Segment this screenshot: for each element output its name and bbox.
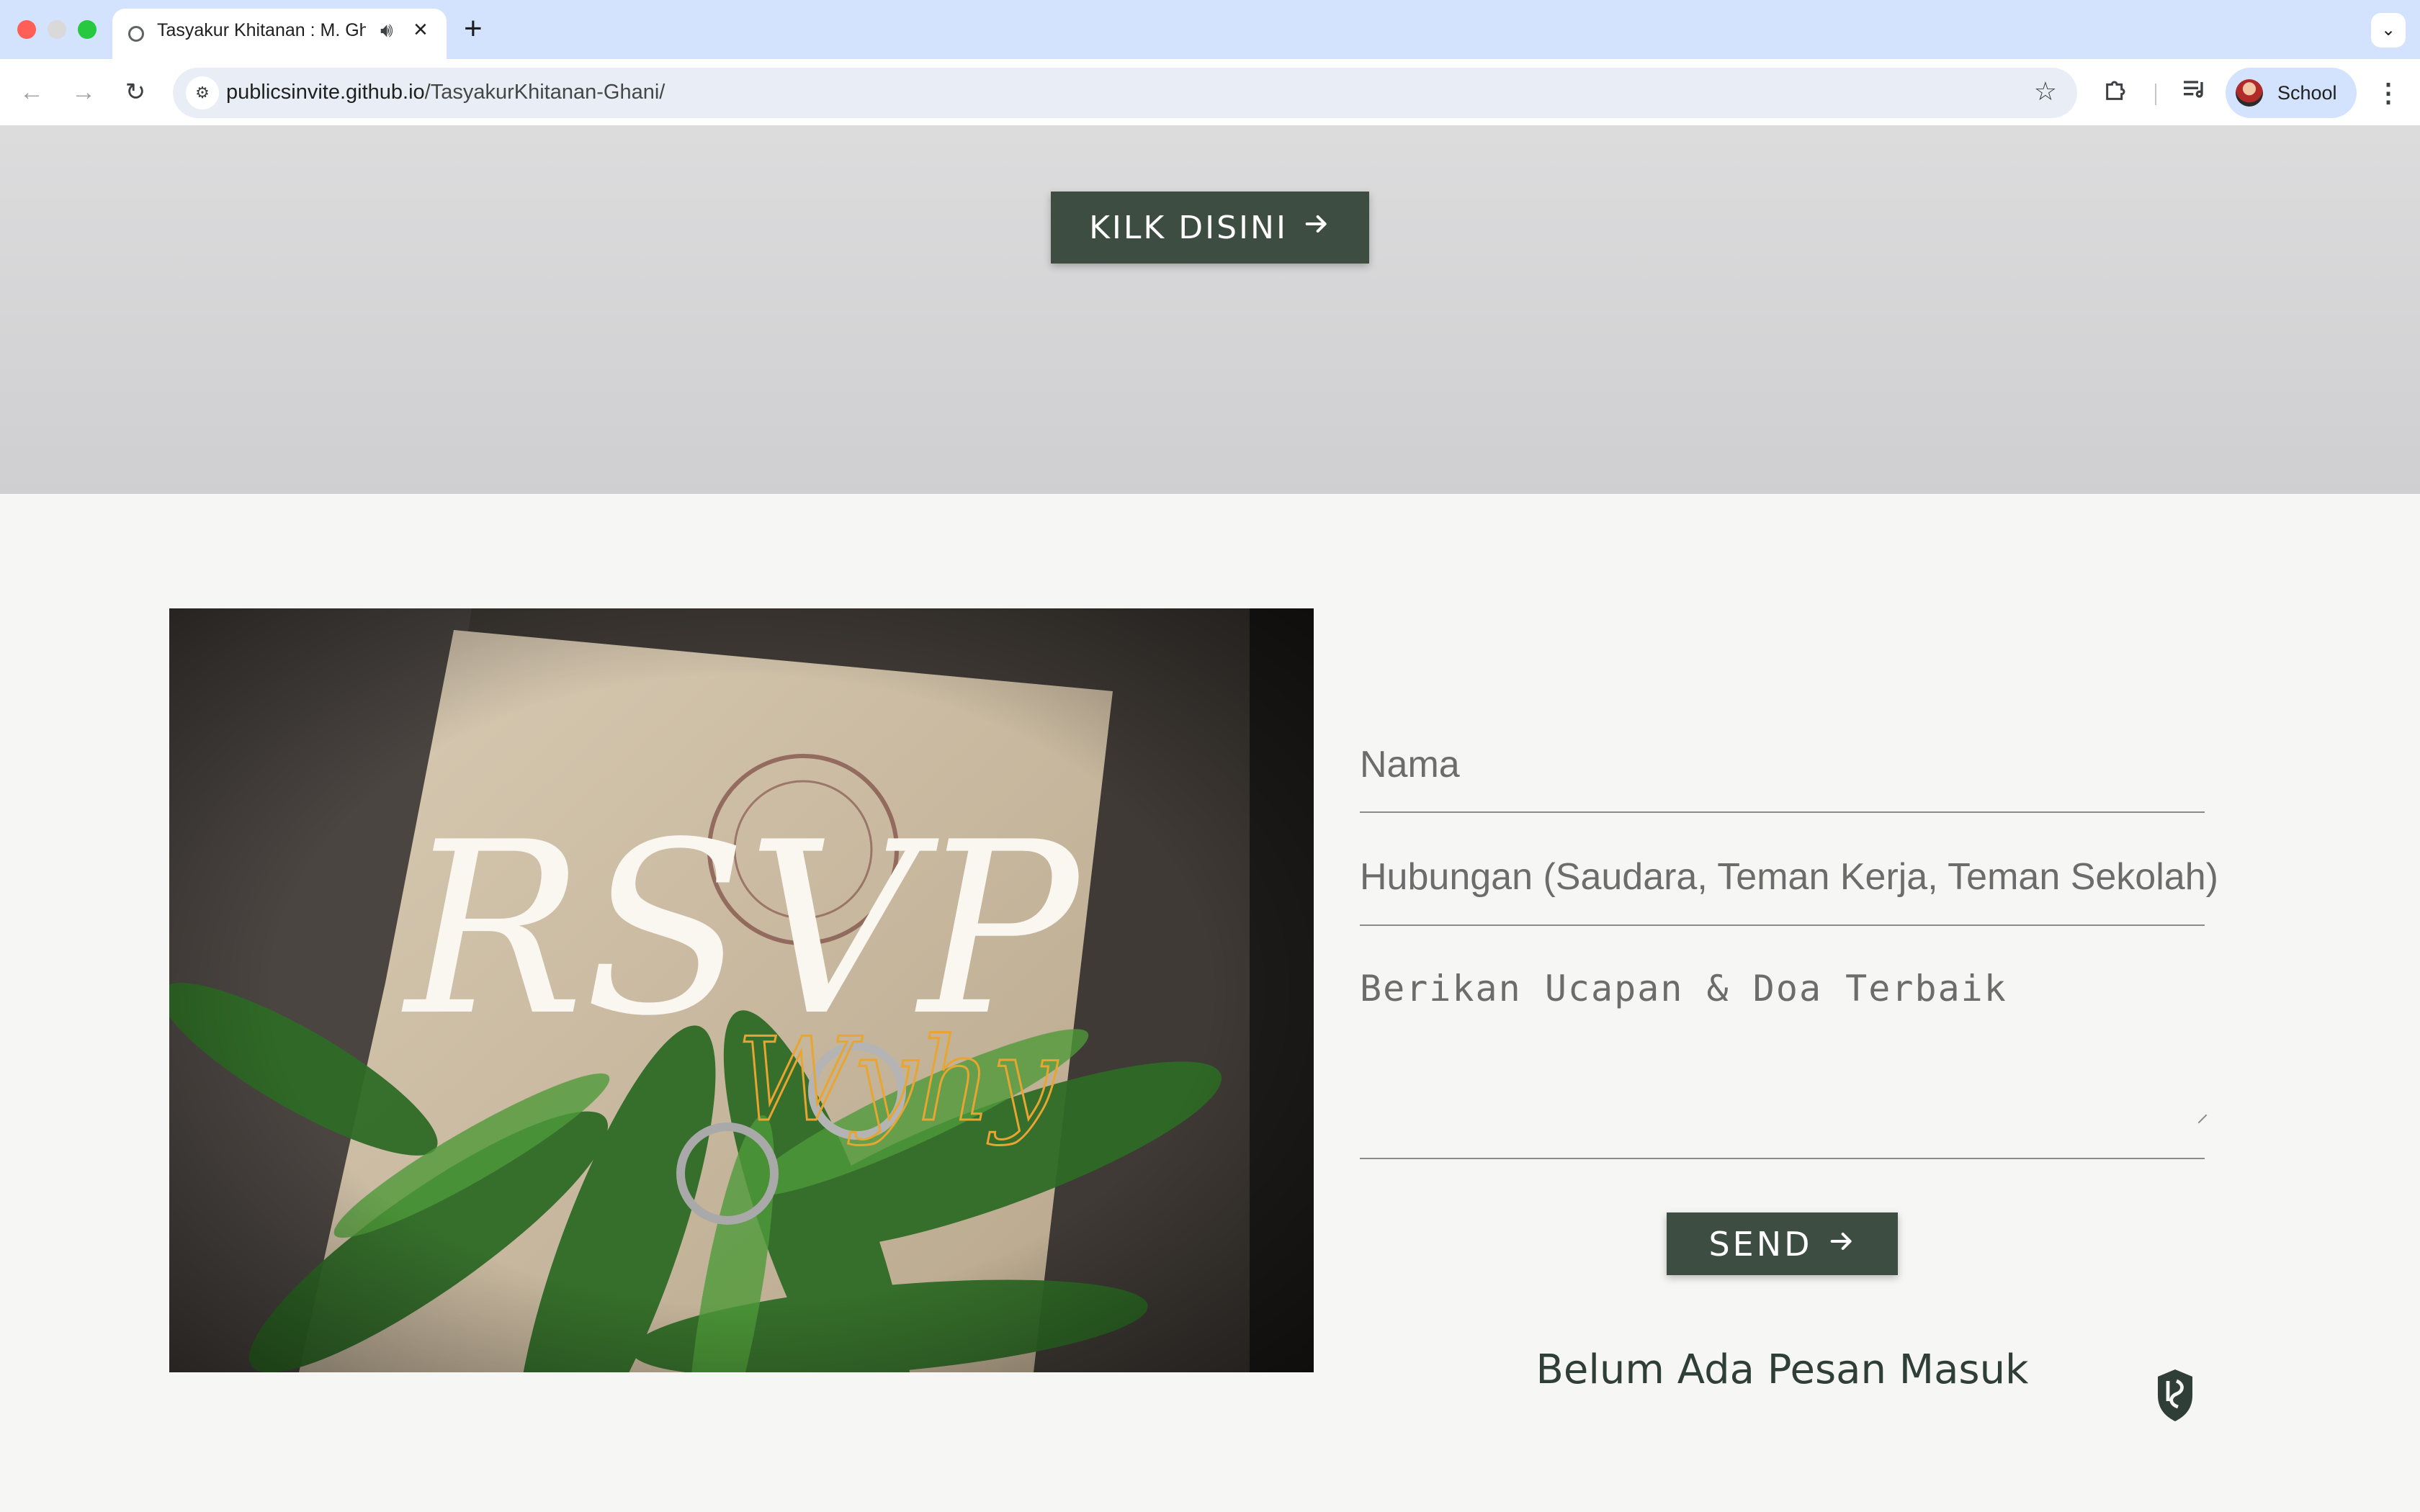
browser-tab-strip: Tasyakur Khitanan : M. Gh 🔊︎ × + ⌄ <box>0 0 2420 59</box>
send-button[interactable]: SEND <box>1667 1212 1898 1275</box>
url-host: publicsinvite.github.io <box>226 81 425 104</box>
url-text[interactable]: publicsinvite.github.io/TasyakurKhitanan… <box>226 81 665 104</box>
rsvp-signature: Wyhy <box>737 1012 1059 1147</box>
window-minimize-button[interactable] <box>48 20 66 39</box>
name-placeholder: Nama <box>1360 744 1460 786</box>
tab-title: Tasyakur Khitanan : M. Gh <box>157 20 366 40</box>
puzzle-icon[interactable] <box>2099 75 2135 111</box>
relation-placeholder: Hubungan (Saudara, Teman Kerja, Teman Se… <box>1360 856 2218 898</box>
empty-messages-text: Belum Ada Pesan Masuk <box>1536 1346 2029 1393</box>
tune-icon[interactable]: ⚙ <box>186 76 219 109</box>
message-textarea[interactable]: Berikan Ucapan & Doa Terbaik <box>1360 958 2208 1159</box>
new-tab-button[interactable]: + <box>464 10 483 48</box>
send-label: SEND <box>1708 1224 1813 1264</box>
shield-logo-icon <box>2154 1367 2197 1424</box>
kilk-disini-button[interactable]: KILK DISINI <box>1051 192 1369 264</box>
avatar <box>2236 79 2263 107</box>
profile-button[interactable]: School <box>2226 68 2357 118</box>
profile-name: School <box>2277 82 2337 104</box>
window-close-button[interactable] <box>17 20 36 39</box>
browser-tab[interactable]: Tasyakur Khitanan : M. Gh 🔊︎ × <box>112 9 447 59</box>
message-placeholder: Berikan Ucapan & Doa Terbaik <box>1360 968 2007 1009</box>
speaker-icon[interactable]: 🔊︎ <box>380 19 393 42</box>
close-icon[interactable]: × <box>413 16 428 44</box>
shield-favicon-icon <box>128 26 144 42</box>
hero-section: KILK DISINI <box>0 125 2420 494</box>
address-bar[interactable]: ⚙ publicsinvite.github.io/TasyakurKhitan… <box>173 68 2077 118</box>
browser-toolbar: ← → ↻ ⚙ publicsinvite.github.io/Tasyakur… <box>0 59 2420 125</box>
forward-button[interactable]: → <box>65 73 102 111</box>
arrow-right-icon <box>1302 210 1331 246</box>
window-zoom-button[interactable] <box>78 20 97 39</box>
star-icon[interactable]: ☆ <box>2034 76 2057 107</box>
back-button[interactable]: ← <box>13 73 50 111</box>
arrow-right-icon <box>1827 1225 1856 1264</box>
url-path: /TasyakurKhitanan-Ghani/ <box>424 81 666 104</box>
reload-button[interactable]: ↻ <box>117 73 154 111</box>
kebab-icon[interactable]: ⋮ <box>2374 75 2403 111</box>
kilk-disini-label: KILK DISINI <box>1089 209 1288 246</box>
rsvp-image: RSVP Wyhy <box>169 608 1314 1372</box>
name-field[interactable]: Nama <box>1360 730 2205 813</box>
media-queue-icon[interactable] <box>2177 75 2213 111</box>
webpage: KILK DISINI RSVP Wyhy Nama Hubungan (Sau… <box>0 125 2420 1512</box>
relation-field[interactable]: Hubungan (Saudara, Teman Kerja, Teman Se… <box>1360 845 2218 926</box>
chevron-down-icon[interactable]: ⌄ <box>2371 13 2406 48</box>
resize-handle[interactable] <box>2197 1114 2208 1124</box>
toolbar-divider <box>2155 84 2156 105</box>
